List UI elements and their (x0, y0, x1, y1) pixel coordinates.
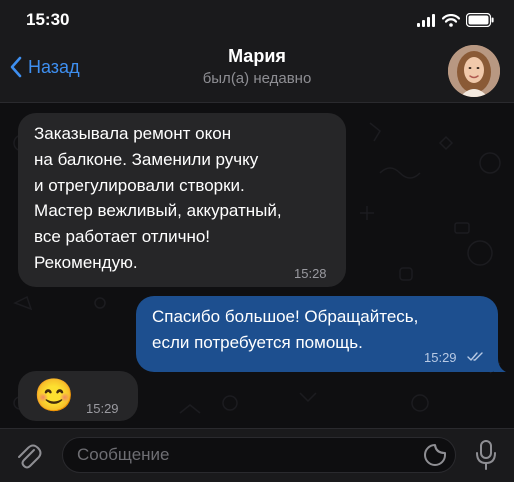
signal-icon (417, 13, 435, 27)
outgoing-message-bubble[interactable]: Спасибо большое! Обращайтесь, если потре… (136, 296, 498, 372)
avatar[interactable] (448, 45, 500, 97)
outgoing-bubble-tail (494, 358, 506, 372)
double-check-icon (467, 352, 483, 361)
message-text: Заказывала ремонт окон на балконе. Замен… (34, 124, 282, 273)
message-input[interactable] (62, 437, 456, 473)
message-input-bar (0, 428, 514, 482)
message-time: 15:29 (86, 401, 119, 416)
contact-status: был(а) недавно (202, 70, 312, 87)
microphone-icon[interactable] (474, 439, 498, 471)
incoming-message-bubble[interactable]: Заказывала ремонт окон на балконе. Замен… (18, 113, 346, 287)
status-icons (417, 13, 494, 27)
wifi-icon (442, 13, 460, 27)
paperclip-icon[interactable] (14, 441, 42, 471)
chat-area[interactable]: Заказывала ремонт окон на балконе. Замен… (0, 103, 514, 428)
smiling-face-emoji: 😊 (34, 377, 74, 413)
incoming-emoji-bubble[interactable]: 😊 15:29 (18, 371, 138, 421)
sticker-icon[interactable] (422, 442, 448, 468)
message-time: 15:29 (424, 350, 457, 365)
status-bar: 15:30 (0, 0, 514, 40)
battery-icon (466, 13, 494, 27)
status-time: 15:30 (26, 10, 70, 29)
chat-header: Назад Мария был(а) недавно (0, 40, 514, 103)
contact-name[interactable]: Мария (0, 46, 514, 67)
message-time: 15:28 (294, 266, 327, 281)
